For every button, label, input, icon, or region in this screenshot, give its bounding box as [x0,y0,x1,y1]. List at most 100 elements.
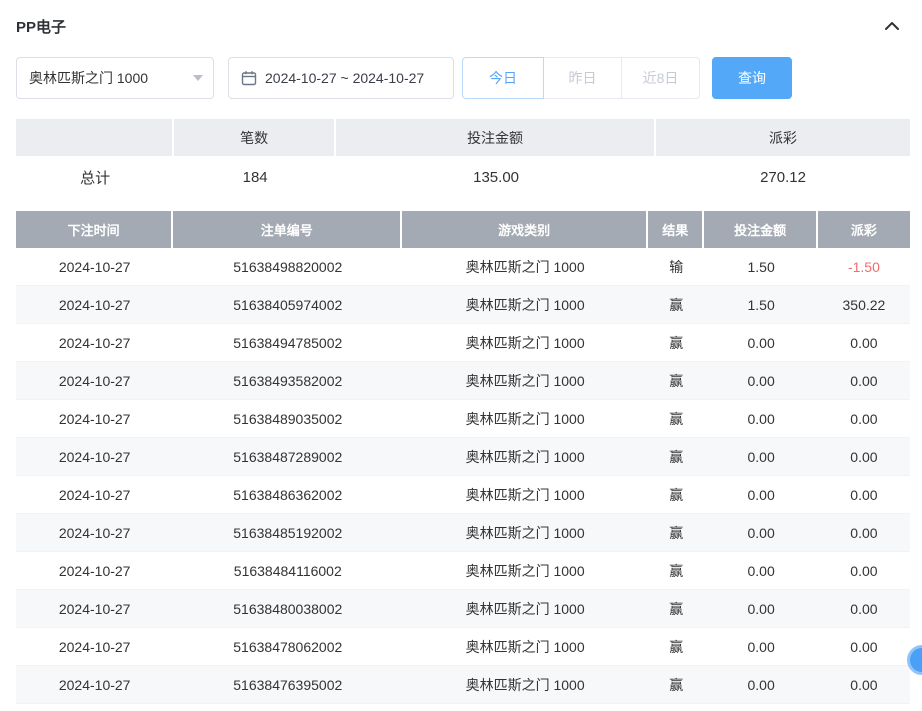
cell-result: 赢 [648,476,704,513]
summary-total-label: 总计 [16,156,174,199]
cell-bet-amount: 0.00 [704,476,818,513]
chevron-up-icon[interactable] [882,16,902,36]
cell-game-type: 奥林匹斯之门 1000 [402,552,648,589]
cell-bet-id: 51638487289002 [173,438,402,475]
cell-payout: 0.00 [818,400,910,437]
summary-total-payout: 270.12 [656,156,910,199]
cell-bet-amount: 0.00 [704,400,818,437]
cell-game-type: 奥林匹斯之门 1000 [402,590,648,627]
cell-bet-amount: 0.00 [704,324,818,361]
chevron-down-icon [193,75,203,81]
cell-game-type: 奥林匹斯之门 1000 [402,286,648,323]
column-header-bet-amount: 投注金额 [704,211,818,248]
cell-result: 输 [648,248,704,285]
quick-button-today[interactable]: 今日 [462,57,544,99]
cell-bet-time: 2024-10-27 [16,324,173,361]
cell-bet-time: 2024-10-27 [16,248,173,285]
search-button[interactable]: 查询 [712,57,792,99]
cell-game-type: 奥林匹斯之门 1000 [402,362,648,399]
cell-bet-id: 51638405974002 [173,286,402,323]
bet-table: 下注时间 注单编号 游戏类别 结果 投注金额 派彩 2024-10-275163… [16,211,910,711]
summary-header-empty [16,119,174,156]
quick-button-yesterday[interactable]: 昨日 [543,57,622,99]
cell-bet-id: 51638476395002 [173,666,402,703]
cell-game-type: 奥林匹斯之门 1000 [402,248,648,285]
cell-bet-amount: 1.50 [704,248,818,285]
cell-game-type: 奥林匹斯之门 1000 [402,400,648,437]
cell-bet-time: 2024-10-27 [16,628,173,665]
cell-bet-id: 51638498820002 [173,248,402,285]
cell-bet-time: 2024-10-27 [16,666,173,703]
cell-game-type: 奥林匹斯之门 1000 [402,514,648,551]
cell-payout: 0.00 [818,476,910,513]
quick-button-last8days[interactable]: 近8日 [621,57,700,99]
cell-bet-id: 51638484116002 [173,552,402,589]
cell-game-type: 奥林匹斯之门 1000 [402,628,648,665]
cell-bet-amount: 1.50 [704,286,818,323]
date-range-value: 2024-10-27 ~ 2024-10-27 [265,70,424,86]
cell-game-type: 奥林匹斯之门 1000 [402,324,648,361]
cell-result: 赢 [648,514,704,551]
cell-payout: 0.00 [818,590,910,627]
partial-next-row [16,704,910,711]
cell-bet-id: 51638494785002 [173,324,402,361]
table-row: 2024-10-2751638478062002奥林匹斯之门 1000赢0.00… [16,628,910,666]
cell-payout: 0.00 [818,666,910,703]
cell-result: 赢 [648,666,704,703]
table-row: 2024-10-2751638484116002奥林匹斯之门 1000赢0.00… [16,552,910,590]
column-header-bet-id: 注单编号 [173,211,402,248]
cell-bet-time: 2024-10-27 [16,552,173,589]
cell-bet-id: 51638493582002 [173,362,402,399]
game-select-value: 奥林匹斯之门 1000 [29,68,148,88]
cell-bet-amount: 0.00 [704,628,818,665]
cell-bet-id: 51638485192002 [173,514,402,551]
quick-date-group: 今日 昨日 近8日 [462,57,700,99]
cell-payout: 0.00 [818,362,910,399]
cell-game-type: 奥林匹斯之门 1000 [402,438,648,475]
cell-bet-amount: 0.00 [704,362,818,399]
column-header-bet-time: 下注时间 [16,211,173,248]
cell-bet-time: 2024-10-27 [16,514,173,551]
summary-total-count: 184 [174,156,336,199]
bet-table-body: 2024-10-2751638498820002奥林匹斯之门 1000输1.50… [16,248,910,704]
cell-bet-time: 2024-10-27 [16,438,173,475]
cell-result: 赢 [648,552,704,589]
cell-payout: 0.00 [818,628,910,665]
cell-bet-id: 51638478062002 [173,628,402,665]
cell-bet-amount: 0.00 [704,666,818,703]
cell-payout: 0.00 [818,552,910,589]
calendar-icon [241,70,257,86]
page-title: PP电子 [16,16,66,37]
filter-bar: 奥林匹斯之门 1000 2024-10-27 ~ 2024-10-27 今日 昨… [16,57,910,99]
panel-header: PP电子 [16,14,910,38]
cell-bet-time: 2024-10-27 [16,400,173,437]
cell-result: 赢 [648,286,704,323]
cell-game-type: 奥林匹斯之门 1000 [402,476,648,513]
table-row: 2024-10-2751638480038002奥林匹斯之门 1000赢0.00… [16,590,910,628]
cell-bet-time: 2024-10-27 [16,476,173,513]
date-range-picker[interactable]: 2024-10-27 ~ 2024-10-27 [228,57,454,99]
bet-record-panel: PP电子 奥林匹斯之门 1000 2024-10-27 ~ 2024-10-27… [0,0,922,711]
column-header-game-type: 游戏类别 [402,211,648,248]
summary-total-row: 总计 184 135.00 270.12 [16,156,910,199]
cell-bet-id: 51638486362002 [173,476,402,513]
cell-bet-amount: 0.00 [704,552,818,589]
cell-bet-id: 51638489035002 [173,400,402,437]
cell-result: 赢 [648,438,704,475]
summary-total-bet-amount: 135.00 [336,156,656,199]
column-header-result: 结果 [648,211,704,248]
summary-header-row: 笔数 投注金额 派彩 [16,119,910,156]
table-row: 2024-10-2751638485192002奥林匹斯之门 1000赢 0.00… [16,514,910,552]
cell-result: 赢 [648,590,704,627]
cell-payout: 350.22 [818,286,910,323]
cell-bet-time: 2024-10-27 [16,590,173,627]
cell-bet-time: 2024-10-27 [16,286,173,323]
cell-bet-amount: 0.00 [704,590,818,627]
cell-bet-amount: 0.00 [704,438,818,475]
cell-payout: 0.00 [818,514,910,551]
game-select[interactable]: 奥林匹斯之门 1000 [16,57,214,99]
cell-bet-time: 2024-10-27 [16,362,173,399]
cell-payout: -1.50 [818,248,910,285]
cell-game-type: 奥林匹斯之门 1000 [402,666,648,703]
table-row: 2024-10-2751638498820002奥林匹斯之门 1000输1.50… [16,248,910,286]
